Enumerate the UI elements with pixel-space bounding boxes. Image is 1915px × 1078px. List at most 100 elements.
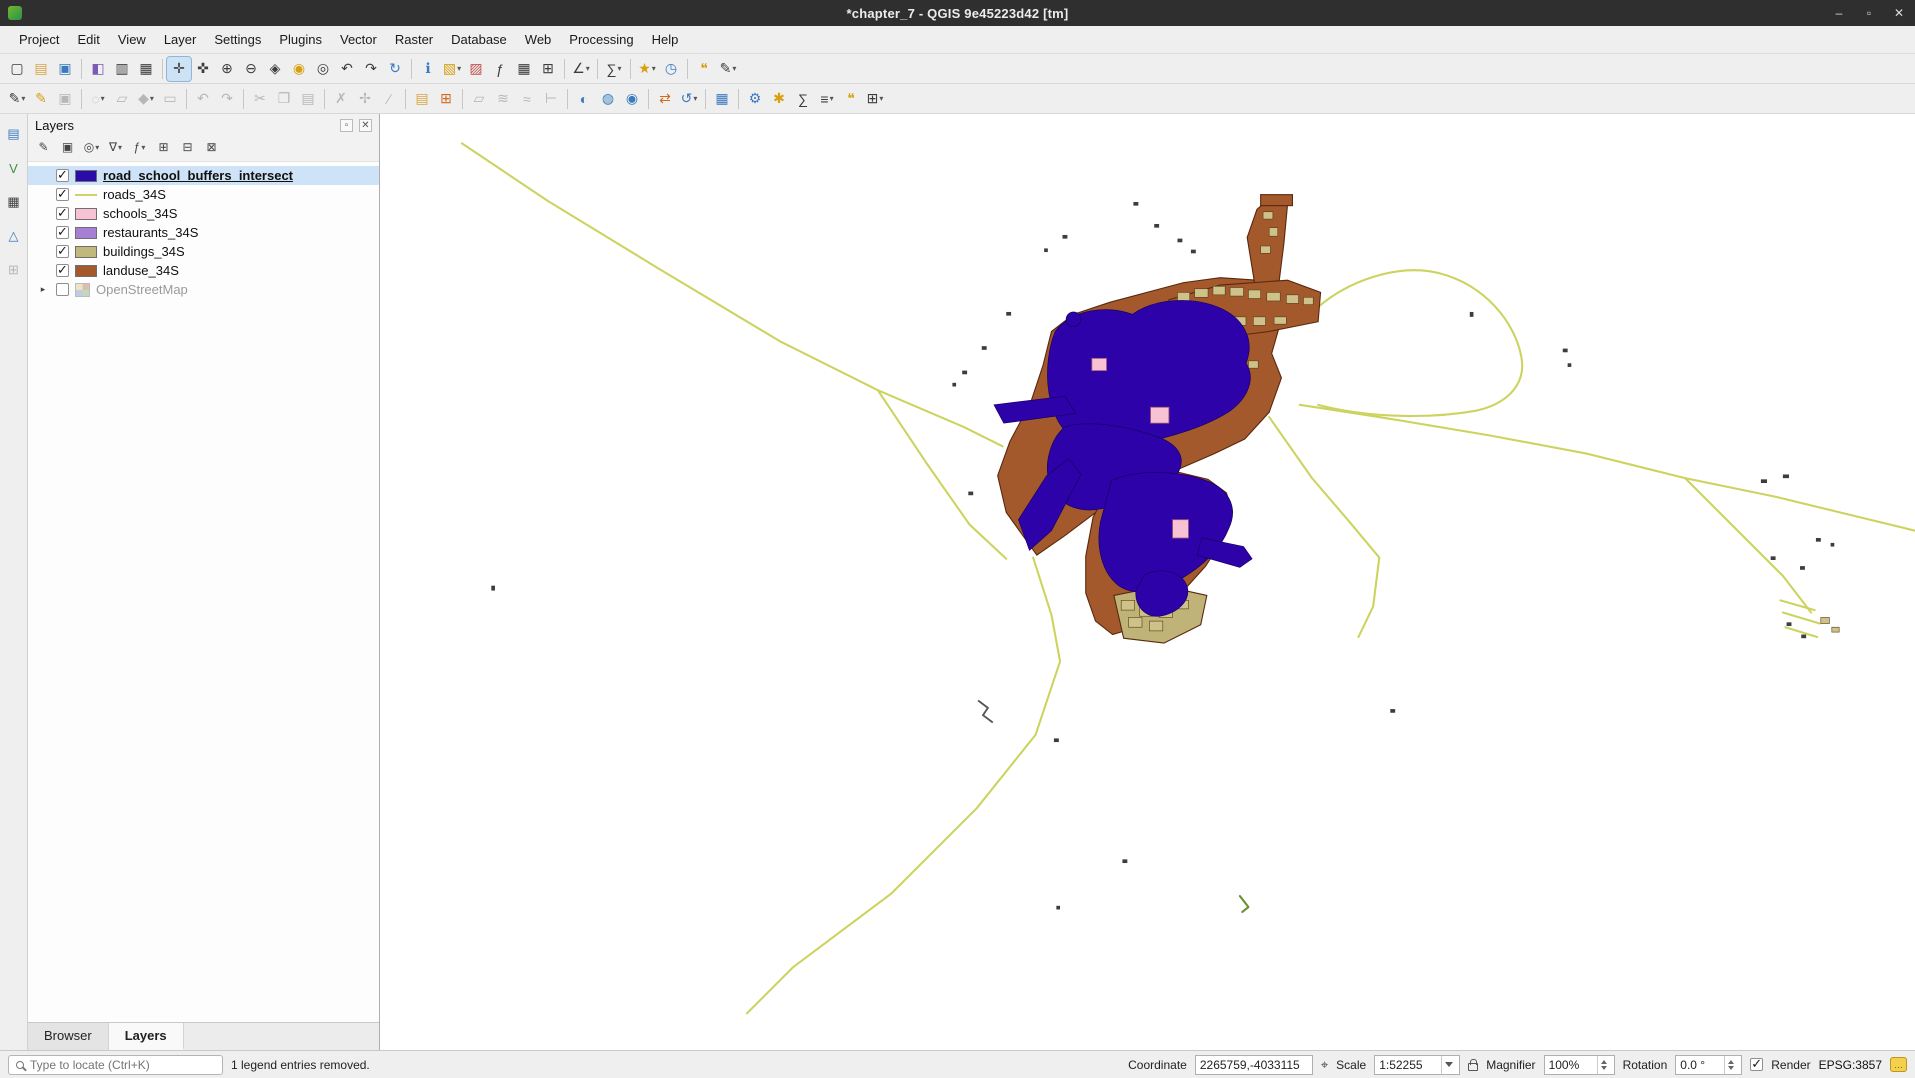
menu-plugins[interactable]: Plugins — [270, 28, 331, 51]
coordinate-input[interactable] — [1200, 1058, 1308, 1072]
menu-edit[interactable]: Edit — [68, 28, 108, 51]
layer-row-openstreetmap[interactable]: ▸ OpenStreetMap — [28, 280, 379, 299]
zoom-out-icon[interactable]: ⊖ — [239, 57, 263, 81]
menu-vector[interactable]: Vector — [331, 28, 386, 51]
menu-help[interactable]: Help — [643, 28, 688, 51]
offset-curve-icon[interactable]: ≈ — [515, 87, 539, 111]
new-project-icon[interactable]: ▢ — [5, 57, 29, 81]
layer-row-buildings[interactable]: buildings_34S — [28, 242, 379, 261]
tab-browser[interactable]: Browser — [28, 1023, 109, 1050]
move-features-icon[interactable]: ✢ — [353, 87, 377, 111]
redo-icon[interactable]: ↷ — [215, 87, 239, 111]
vertex-tool-icon[interactable]: ◆ — [134, 87, 158, 111]
float-panel-icon[interactable]: ▫ — [340, 119, 353, 132]
zoom-to-layer-icon[interactable]: ◎ — [311, 57, 335, 81]
osm-place-search-icon[interactable]: ◍ — [596, 87, 620, 111]
layer-row-roads[interactable]: roads_34S — [28, 185, 379, 204]
deselect-features-icon[interactable]: ▨ — [464, 57, 488, 81]
style-manager-icon[interactable]: ◧ — [86, 57, 110, 81]
layer-label[interactable]: roads_34S — [103, 187, 166, 202]
extent-bookmark-icon[interactable]: ⊞ — [863, 87, 887, 111]
minimize-icon[interactable]: – — [1831, 6, 1847, 20]
coordinate-field[interactable] — [1195, 1055, 1313, 1075]
scale-input[interactable] — [1379, 1058, 1441, 1072]
data-source-manager-icon[interactable]: ▤ — [2, 122, 26, 146]
multiedit-attributes-icon[interactable]: ▭ — [158, 87, 182, 111]
layer-checkbox[interactable] — [56, 283, 69, 296]
processing-results-icon[interactable]: ≡ — [815, 87, 839, 111]
close-icon[interactable]: ✕ — [1891, 6, 1907, 20]
current-edits-icon[interactable]: ✎ — [5, 87, 29, 111]
layer-row-landuse[interactable]: landuse_34S — [28, 261, 379, 280]
layer-label[interactable]: buildings_34S — [103, 244, 185, 259]
undo-icon[interactable]: ↶ — [191, 87, 215, 111]
layer-checkbox[interactable] — [56, 264, 69, 277]
map-canvas[interactable] — [380, 114, 1915, 1050]
crs-status[interactable]: EPSG:3857 — [1819, 1058, 1882, 1072]
maximize-icon[interactable]: ▫ — [1861, 6, 1877, 20]
save-project-icon[interactable]: ▣ — [53, 57, 77, 81]
remove-layer-icon[interactable]: ⊠ — [201, 137, 222, 157]
layer-checkbox[interactable] — [56, 207, 69, 220]
add-vector-layer-icon[interactable]: V — [2, 156, 26, 180]
new-print-layout-icon[interactable]: ▥ — [110, 57, 134, 81]
merge-features-icon[interactable]: ▱ — [467, 87, 491, 111]
rotation-spin-icons[interactable] — [1724, 1056, 1737, 1074]
menu-project[interactable]: Project — [10, 28, 68, 51]
collapse-all-icon[interactable]: ⊟ — [177, 137, 198, 157]
zoom-next-icon[interactable]: ↷ — [359, 57, 383, 81]
locate-box[interactable] — [8, 1055, 223, 1075]
layer-label[interactable]: restaurants_34S — [103, 225, 198, 240]
refresh-map-icon[interactable]: ↻ — [383, 57, 407, 81]
identify-features-icon[interactable]: ℹ — [416, 57, 440, 81]
field-calculator-icon[interactable]: ⊞ — [536, 57, 560, 81]
digitize-curve-icon[interactable]: ◌ — [86, 87, 110, 111]
metasearch-icon[interactable]: ◐ — [572, 87, 596, 111]
magnifier-spin-icons[interactable] — [1597, 1056, 1610, 1074]
add-mesh-layer-icon[interactable]: △ — [2, 224, 26, 248]
filter-legend-icon[interactable]: ∇ — [105, 137, 126, 157]
zoom-in-icon[interactable]: ⊕ — [215, 57, 239, 81]
menu-settings[interactable]: Settings — [205, 28, 270, 51]
layout-manager-icon[interactable]: ▦ — [134, 57, 158, 81]
add-delimited-text-layer-icon[interactable]: ⊞ — [2, 258, 26, 282]
tab-layers[interactable]: Layers — [109, 1023, 184, 1050]
open-layer-styling-icon[interactable]: ✎ — [33, 137, 54, 157]
map-navigation-history-icon[interactable]: ↺ — [677, 87, 701, 111]
filter-by-expression-icon[interactable]: ƒ — [129, 137, 150, 157]
rotation-input[interactable] — [1680, 1058, 1724, 1072]
add-feature-icon[interactable]: ▱ — [110, 87, 134, 111]
layer-checkbox[interactable] — [56, 226, 69, 239]
close-panel-icon[interactable]: ✕ — [359, 119, 372, 132]
pan-to-selection-icon[interactable]: ✜ — [191, 57, 215, 81]
show-bookmarks-icon[interactable]: ★ — [635, 57, 659, 81]
layer-checkbox[interactable] — [56, 169, 69, 182]
save-layer-edits-icon[interactable]: ▣ — [53, 87, 77, 111]
paste-features-icon[interactable]: ▤ — [296, 87, 320, 111]
menu-database[interactable]: Database — [442, 28, 516, 51]
osm-tiles-icon[interactable]: ▦ — [710, 87, 734, 111]
locate-input[interactable] — [30, 1058, 215, 1072]
statistical-summary-icon[interactable]: ∑ — [602, 57, 626, 81]
menu-raster[interactable]: Raster — [386, 28, 442, 51]
georeferencer-icon[interactable]: ⊞ — [434, 87, 458, 111]
layer-label[interactable]: OpenStreetMap — [96, 282, 188, 297]
zoom-to-selection-icon[interactable]: ◉ — [287, 57, 311, 81]
menu-processing[interactable]: Processing — [560, 28, 642, 51]
open-attribute-table-icon[interactable]: ▦ — [512, 57, 536, 81]
open-project-icon[interactable]: ▤ — [29, 57, 53, 81]
zoom-full-icon[interactable]: ◈ — [263, 57, 287, 81]
add-raster-layer-icon[interactable]: ▦ — [2, 190, 26, 214]
render-checkbox[interactable] — [1750, 1058, 1763, 1071]
messages-icon[interactable]: … — [1890, 1057, 1907, 1072]
temporal-controller-icon[interactable]: ◷ — [659, 57, 683, 81]
add-group-icon[interactable]: ▣ — [57, 137, 78, 157]
menu-view[interactable]: View — [109, 28, 155, 51]
copy-features-icon[interactable]: ❐ — [272, 87, 296, 111]
select-features-icon[interactable]: ▧ — [440, 57, 464, 81]
map-tips-icon[interactable]: ❝ — [692, 57, 716, 81]
toggle-editing-icon[interactable]: ✎ — [29, 87, 53, 111]
layer-row-road-school-buffers-intersect[interactable]: road_school_buffers_intersect — [28, 166, 379, 185]
expand-all-icon[interactable]: ⊞ — [153, 137, 174, 157]
layer-label[interactable]: road_school_buffers_intersect — [103, 168, 293, 183]
